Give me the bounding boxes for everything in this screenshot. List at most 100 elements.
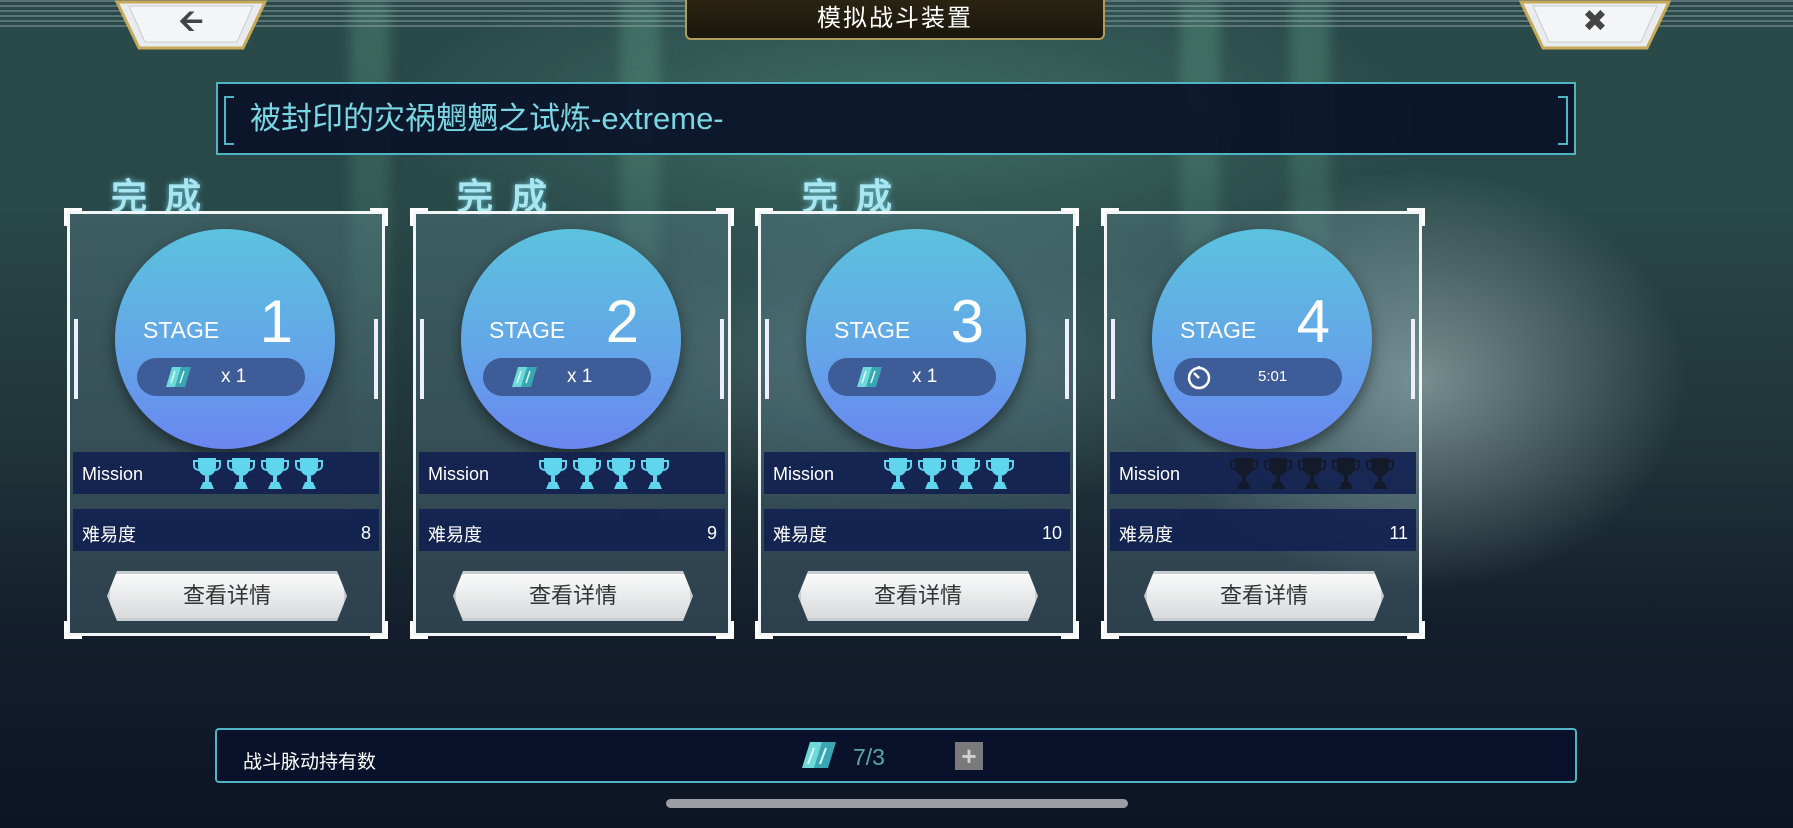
card-corner bbox=[1101, 208, 1119, 226]
battle-pulse-icon bbox=[857, 367, 882, 387]
timer-icon bbox=[1187, 366, 1211, 390]
battle-pulse-icon bbox=[166, 367, 191, 387]
stage-cost-pill: 5:01 bbox=[1174, 358, 1342, 396]
stage-card: STAGE 2 x 1 Mission 难易度 9 查看详情 bbox=[410, 208, 734, 639]
mission-row: Mission bbox=[764, 452, 1070, 494]
stage-word: STAGE bbox=[1180, 317, 1257, 343]
difficulty-value: 11 bbox=[1389, 523, 1408, 543]
card-corner bbox=[755, 208, 773, 226]
mission-trophies bbox=[1230, 456, 1394, 490]
card-corner bbox=[410, 208, 428, 226]
card-corner bbox=[370, 621, 388, 639]
close-x-icon: ✖ bbox=[1582, 5, 1608, 38]
difficulty-row: 难易度 9 bbox=[419, 509, 725, 551]
trophy-icon bbox=[918, 458, 946, 489]
mission-row: Mission bbox=[1110, 452, 1416, 494]
view-details-button[interactable]: 查看详情 bbox=[798, 571, 1038, 621]
card-side-tick bbox=[1065, 319, 1069, 399]
card-corner bbox=[1407, 621, 1425, 639]
trophy-icon bbox=[261, 458, 289, 489]
card-corner bbox=[755, 621, 773, 639]
plus-icon[interactable]: + bbox=[955, 742, 983, 770]
difficulty-label: 难易度 bbox=[428, 525, 482, 545]
home-indicator bbox=[666, 799, 1128, 808]
stage-name-banner: 被封印的灾祸魍魉之试炼-extreme- bbox=[216, 82, 1576, 155]
stage-cost: x 1 bbox=[221, 366, 247, 387]
stage-circle[interactable]: STAGE 4 5:01 bbox=[1152, 229, 1372, 449]
stage-number: 4 bbox=[1296, 288, 1330, 355]
card-side-tick bbox=[765, 319, 769, 399]
card-corner bbox=[410, 621, 428, 639]
battle-pulse-label: 战斗脉动持有数 bbox=[243, 752, 377, 773]
close-button[interactable]: ✖ bbox=[1519, 0, 1671, 50]
difficulty-row: 难易度 11 bbox=[1110, 509, 1416, 551]
stage-card: STAGE 4 5:01 Mission 难易度 11 查看详情 bbox=[1101, 208, 1425, 639]
stage-word: STAGE bbox=[143, 317, 220, 343]
trophy-empty-icon bbox=[1298, 458, 1326, 489]
card-corner bbox=[64, 621, 82, 639]
mission-trophies bbox=[539, 456, 669, 490]
trophy-empty-icon bbox=[1366, 458, 1394, 489]
difficulty-row: 难易度 10 bbox=[764, 509, 1070, 551]
trophy-icon bbox=[641, 458, 669, 489]
mission-row: Mission bbox=[419, 452, 725, 494]
stage-cost-pill: x 1 bbox=[137, 358, 305, 396]
difficulty-value: 9 bbox=[706, 523, 717, 543]
stage-number: 2 bbox=[605, 288, 639, 355]
trophy-icon bbox=[539, 458, 567, 489]
trophy-icon bbox=[952, 458, 980, 489]
timer-text: 5:01 bbox=[1258, 368, 1288, 385]
card-side-tick bbox=[1411, 319, 1415, 399]
left-arrow-icon: 🡨 bbox=[178, 5, 204, 38]
battle-pulse-icon bbox=[802, 742, 836, 768]
card-corner bbox=[64, 208, 82, 226]
stage-number: 1 bbox=[259, 288, 293, 355]
stage-circle[interactable]: STAGE 1 x 1 bbox=[115, 229, 335, 449]
stage-word: STAGE bbox=[489, 317, 566, 343]
difficulty-label: 难易度 bbox=[773, 525, 827, 545]
trophy-icon bbox=[607, 458, 635, 489]
mission-trophies bbox=[884, 456, 1014, 490]
trophy-icon bbox=[884, 458, 912, 489]
card-corner bbox=[716, 621, 734, 639]
trophy-icon bbox=[227, 458, 255, 489]
view-details-button[interactable]: 查看详情 bbox=[107, 571, 347, 621]
stage-cost-pill: x 1 bbox=[483, 358, 651, 396]
screen-title: 模拟战斗装置 bbox=[685, 0, 1105, 40]
card-corner bbox=[1407, 208, 1425, 226]
card-side-tick bbox=[74, 319, 78, 399]
battle-pulse-bar: 战斗脉动持有数 7/3 + bbox=[215, 728, 1577, 783]
stage-cost: x 1 bbox=[912, 366, 938, 387]
card-corner bbox=[1061, 208, 1079, 226]
card-side-tick bbox=[420, 319, 424, 399]
mission-trophies bbox=[193, 456, 323, 490]
back-button[interactable]: 🡨 bbox=[115, 0, 267, 50]
stage-circle[interactable]: STAGE 2 x 1 bbox=[461, 229, 681, 449]
trophy-icon bbox=[986, 458, 1014, 489]
trophy-empty-icon bbox=[1264, 458, 1292, 489]
card-corner bbox=[716, 208, 734, 226]
card-side-tick bbox=[374, 319, 378, 399]
mission-label: Mission bbox=[1119, 464, 1181, 484]
view-details-button[interactable]: 查看详情 bbox=[453, 571, 693, 621]
difficulty-value: 8 bbox=[360, 523, 371, 543]
difficulty-row: 难易度 8 bbox=[73, 509, 379, 551]
mission-label: Mission bbox=[428, 464, 490, 484]
battle-pulse-count: 7/3 bbox=[853, 744, 885, 770]
trophy-icon bbox=[573, 458, 601, 489]
trophy-empty-icon bbox=[1230, 458, 1258, 489]
stage-card: STAGE 3 x 1 Mission 难易度 10 查看详情 bbox=[755, 208, 1079, 639]
stage-circle[interactable]: STAGE 3 x 1 bbox=[806, 229, 1026, 449]
difficulty-value: 10 bbox=[1041, 523, 1062, 543]
difficulty-label: 难易度 bbox=[1119, 525, 1173, 545]
card-side-tick bbox=[720, 319, 724, 399]
mission-label: Mission bbox=[82, 464, 144, 484]
card-corner bbox=[1101, 621, 1119, 639]
trophy-icon bbox=[193, 458, 221, 489]
card-side-tick bbox=[1111, 319, 1115, 399]
mission-row: Mission bbox=[73, 452, 379, 494]
stage-word: STAGE bbox=[834, 317, 911, 343]
mission-label: Mission bbox=[773, 464, 835, 484]
battle-pulse-icon bbox=[512, 367, 537, 387]
view-details-button[interactable]: 查看详情 bbox=[1144, 571, 1384, 621]
